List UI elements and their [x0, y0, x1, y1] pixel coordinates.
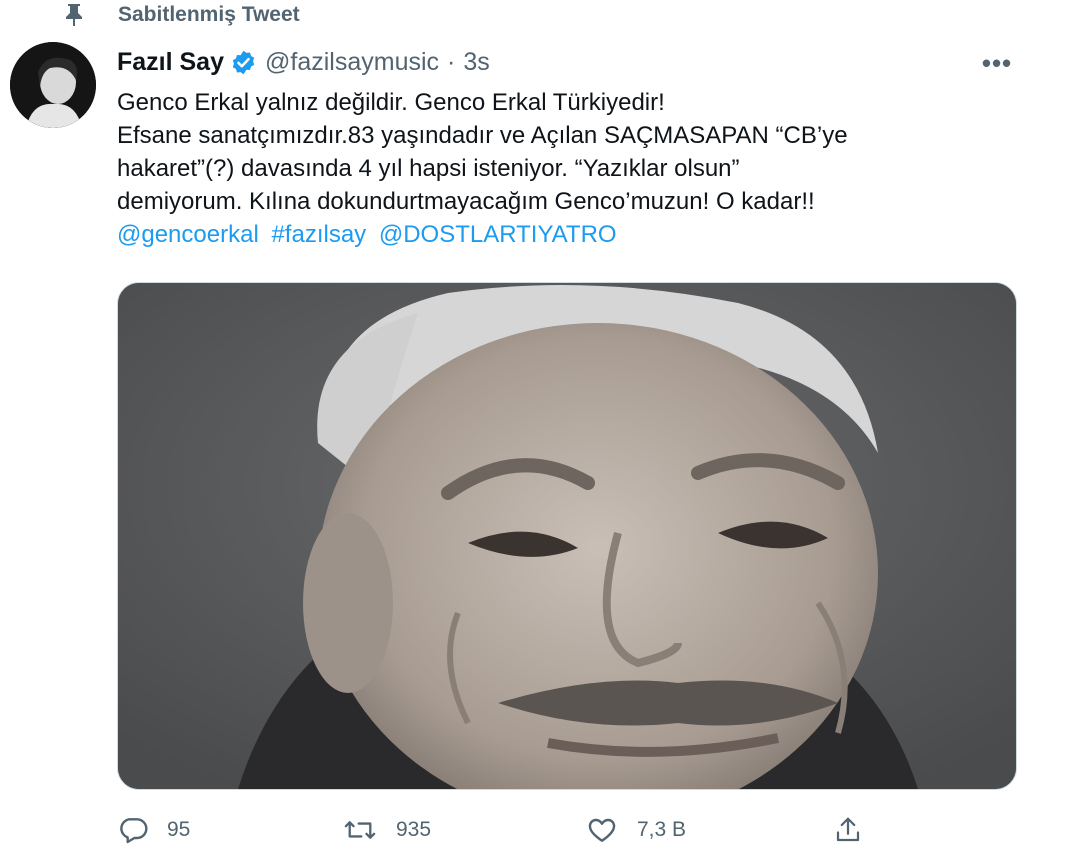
portrait-image	[118, 283, 1016, 789]
tweet-text: Genco Erkal yalnız değildir. Genco Erkal…	[117, 86, 997, 251]
mention-link-gencoerkal[interactable]: @gencoerkal	[117, 221, 259, 248]
reply-icon	[120, 818, 148, 844]
reply-count: 95	[167, 818, 191, 841]
author-handle[interactable]: @fazilsaymusic	[265, 48, 439, 77]
retweet-button[interactable]: 935	[342, 808, 431, 852]
tweet-text-line: hakaret”(?) davasında 4 yıl hapsi isteni…	[117, 155, 740, 182]
pinned-tweet-header: Sabitlenmiş Tweet	[60, 0, 300, 30]
tweet-text-line: Genco Erkal yalnız değildir. Genco Erkal…	[117, 89, 665, 116]
more-icon: •••	[981, 47, 1013, 78]
mention-link-dostlartiyatro[interactable]: @DOSTLARTIYATRO	[379, 221, 617, 248]
like-count: 7,3 B	[637, 818, 687, 841]
separator-dot: ·	[447, 47, 456, 76]
tweet-text-line: demiyorum. Kılına dokundurtmayacağım Gen…	[117, 188, 815, 215]
author-name[interactable]: Fazıl Say	[117, 48, 224, 77]
tweet-text-line: Efsane sanatçımızdır.83 yaşındadır ve Aç…	[117, 122, 848, 149]
pin-icon	[60, 2, 88, 28]
pinned-label: Sabitlenmiş Tweet	[118, 3, 300, 26]
avatar[interactable]	[10, 42, 96, 128]
tweet-photo[interactable]	[117, 282, 1017, 790]
more-options-button[interactable]: •••	[978, 48, 1016, 78]
hashtag-link-fazilsay[interactable]: #fazılsay	[271, 221, 366, 248]
tweet-time[interactable]: 3s	[463, 48, 489, 77]
verified-badge-icon	[230, 49, 257, 76]
share-icon	[836, 817, 860, 842]
tweet-header: Fazıl Say @fazilsaymusic · 3s	[117, 42, 490, 82]
heart-icon	[588, 818, 616, 842]
retweet-count: 935	[396, 818, 432, 841]
reply-button[interactable]: 95	[117, 808, 190, 852]
share-button[interactable]	[833, 808, 881, 852]
like-button[interactable]: 7,3 B	[585, 808, 686, 852]
tweet-actions: 95 935 7,3 B	[117, 808, 897, 852]
tweet-links: @gencoerkal #fazılsay @DOSTLARTIYATRO	[117, 218, 997, 251]
retweet-icon	[344, 821, 376, 839]
